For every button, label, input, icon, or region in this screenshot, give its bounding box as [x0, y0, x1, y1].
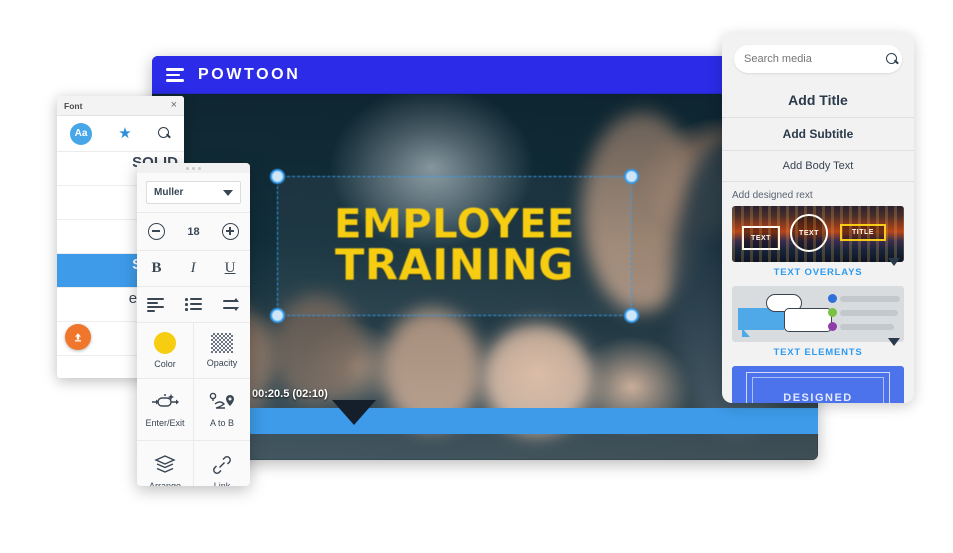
timeline-playhead[interactable] — [332, 400, 376, 425]
timeline-track[interactable] — [230, 408, 818, 434]
text-overlays-expand-icon[interactable] — [888, 258, 900, 266]
designed-thumbnail[interactable]: DESIGNED — [732, 366, 904, 403]
a-to-b-button[interactable]: A to B — [193, 379, 250, 440]
font-panel-title: Font — [64, 100, 83, 111]
search-icon[interactable] — [886, 52, 899, 66]
text-elements-expand-icon[interactable] — [888, 338, 900, 346]
font-panel-tabs: Aa ★ — [57, 116, 184, 152]
link-icon — [211, 454, 233, 476]
link-label: Link — [213, 480, 231, 487]
resize-handle-top-right[interactable] — [624, 169, 639, 184]
enter-exit-icon — [150, 391, 180, 413]
text-elements-caption: TEXT ELEMENTS — [773, 347, 863, 358]
drag-handle[interactable] — [137, 163, 250, 173]
editor-window: POWTOON EMPLOYEE TRAINING 00:20.5 (02:10… — [152, 56, 818, 460]
chevron-down-icon[interactable] — [223, 189, 233, 196]
title-line-2: TRAINING — [335, 240, 574, 291]
resize-handle-bottom-right[interactable] — [624, 308, 639, 323]
search-input[interactable] — [744, 53, 886, 65]
align-left-icon[interactable] — [147, 298, 165, 312]
arrange-label: Arrange — [148, 480, 182, 487]
overlay-tile-title: TITLE — [840, 224, 886, 241]
arrange-link-row: Arrange Link — [137, 441, 250, 486]
color-swatch-icon — [154, 332, 176, 354]
font-family-value: Muller — [154, 187, 184, 198]
decrease-font-size-button[interactable] — [148, 223, 166, 240]
designed-text-section-label: Add designed rext — [722, 181, 914, 206]
hamburger-icon[interactable] — [166, 68, 184, 82]
text-overlays-group[interactable]: TEXT TEXT TITLE TEXT OVERLAYS — [722, 206, 914, 286]
font-size-value[interactable]: 18 — [187, 226, 199, 238]
text-elements-group[interactable]: TEXT ELEMENTS — [722, 286, 914, 366]
a-to-b-label: A to B — [209, 418, 235, 428]
italic-button[interactable]: I — [191, 260, 196, 277]
enter-exit-label: Enter/Exit — [145, 418, 185, 428]
panel-collapse-arrow-icon[interactable] — [722, 91, 725, 117]
font-family-dropdown[interactable]: Muller — [146, 181, 241, 204]
a-to-b-icon — [208, 391, 236, 413]
font-size-section: 18 — [137, 213, 250, 251]
line-spacing-icon[interactable] — [222, 298, 240, 311]
arrange-button[interactable]: Arrange — [137, 441, 193, 486]
search-row — [722, 33, 914, 83]
opacity-label: Opacity — [206, 358, 238, 368]
media-text-panel: Add Title Add Subtitle Add Body Text Add… — [722, 33, 914, 403]
color-label: Color — [154, 359, 176, 369]
designed-tile-label: DESIGNED — [783, 392, 853, 403]
resize-handle-top-left[interactable] — [270, 169, 285, 184]
animation-row: Enter/Exit A to B — [137, 379, 250, 441]
editor-topbar: POWTOON — [152, 56, 818, 94]
color-button[interactable]: Color — [137, 323, 193, 378]
favorites-star-icon[interactable]: ★ — [118, 126, 131, 141]
enter-exit-button[interactable]: Enter/Exit — [137, 379, 193, 440]
powtoon-logo: POWTOON — [198, 66, 301, 83]
font-panel-header: Font × — [57, 96, 184, 116]
bold-button[interactable]: B — [152, 260, 162, 277]
fonts-tab[interactable]: Aa — [70, 122, 93, 145]
timeline: 00:20.5 (02:10) + − — [152, 360, 818, 460]
text-selection-box[interactable]: EMPLOYEE TRAINING — [270, 169, 639, 323]
close-icon[interactable]: × — [171, 100, 177, 111]
add-body-text-button[interactable]: Add Body Text — [722, 150, 914, 181]
alignment-section — [137, 287, 250, 323]
link-button[interactable]: Link — [193, 441, 250, 486]
increase-font-size-button[interactable] — [221, 223, 239, 240]
underline-button[interactable]: U — [225, 260, 236, 277]
font-style-section: B I U — [137, 251, 250, 287]
canvas-title-text[interactable]: EMPLOYEE TRAINING — [278, 201, 631, 291]
overlay-tile-circle-text: TEXT — [790, 214, 828, 252]
opacity-button[interactable]: Opacity — [193, 323, 250, 378]
designed-group[interactable]: DESIGNED — [722, 366, 914, 403]
timecode-label: 00:20.5 (02:10) — [252, 388, 328, 400]
color-opacity-row: Color Opacity — [137, 323, 250, 379]
text-format-toolbar: Muller 18 B I U Color Opacity Enter/Exit… — [137, 163, 250, 486]
resize-handle-bottom-left[interactable] — [270, 308, 285, 323]
opacity-checker-icon — [211, 333, 233, 353]
title-line-1: EMPLOYEE — [334, 201, 575, 248]
font-search-icon[interactable] — [157, 127, 171, 140]
text-overlays-caption: TEXT OVERLAYS — [773, 267, 863, 278]
search-box[interactable] — [734, 45, 902, 73]
add-subtitle-button[interactable]: Add Subtitle — [722, 117, 914, 150]
bullet-list-icon[interactable] — [184, 298, 202, 311]
overlay-tile-text: TEXT — [742, 226, 780, 250]
arrange-layers-icon — [153, 454, 177, 476]
text-elements-thumbnail[interactable] — [732, 286, 904, 342]
font-family-section: Muller — [137, 181, 250, 213]
add-title-button[interactable]: Add Title — [722, 83, 914, 117]
text-overlays-thumbnail[interactable]: TEXT TEXT TITLE — [732, 206, 904, 262]
upload-cloud-icon[interactable] — [65, 324, 91, 350]
screenshot-root: POWTOON EMPLOYEE TRAINING 00:20.5 (02:10… — [0, 0, 953, 553]
